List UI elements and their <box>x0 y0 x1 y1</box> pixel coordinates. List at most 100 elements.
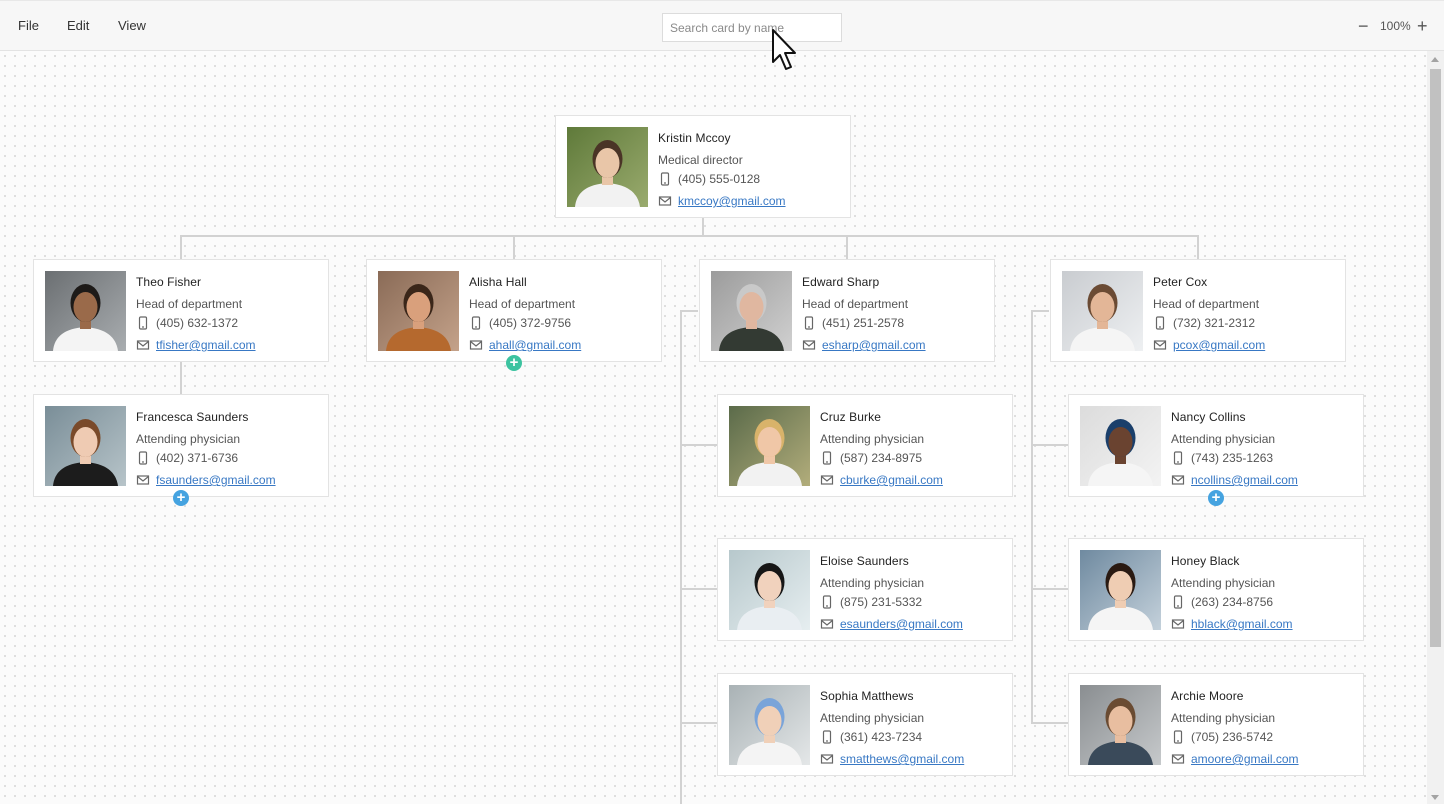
phone-icon <box>469 316 489 330</box>
zoom-level: 100% <box>1380 19 1411 33</box>
person-card-sophia[interactable]: Sophia Matthews Attending physician (361… <box>717 673 1013 776</box>
phone-row: (405) 555-0128 <box>658 172 760 186</box>
person-name: Kristin Mccoy <box>658 131 731 145</box>
person-role: Head of department <box>1153 297 1260 311</box>
avatar <box>1080 685 1161 765</box>
person-role: Attending physician <box>820 576 925 590</box>
person-role: Attending physician <box>1171 432 1276 446</box>
email-row: kmccoy@gmail.com <box>658 194 786 208</box>
email-link[interactable]: hblack@gmail.com <box>1191 617 1293 631</box>
phone-icon <box>1171 730 1191 744</box>
avatar <box>45 406 126 486</box>
email-link[interactable]: kmccoy@gmail.com <box>678 194 786 208</box>
zoom-in-button[interactable]: + <box>1417 12 1428 40</box>
email-link[interactable]: ahall@gmail.com <box>489 338 581 352</box>
avatar <box>1062 271 1143 351</box>
person-card-cruz[interactable]: Cruz Burke Attending physician (587) 234… <box>717 394 1013 497</box>
person-card-peter[interactable]: Peter Cox Head of department (732) 321-2… <box>1050 259 1346 362</box>
phone-number: (405) 555-0128 <box>678 172 761 186</box>
email-row: amoore@gmail.com <box>1171 752 1299 766</box>
phone-row: (402) 371-6736 <box>136 451 238 465</box>
person-name: Nancy Collins <box>1171 410 1246 424</box>
mail-icon <box>820 617 840 631</box>
mail-icon <box>820 752 840 766</box>
add-child-button-alisha[interactable]: + <box>506 355 522 371</box>
email-row: tfisher@gmail.com <box>136 338 256 352</box>
person-card-nancy[interactable]: Nancy Collins Attending physician (743) … <box>1068 394 1364 497</box>
mail-icon <box>820 473 840 487</box>
phone-icon <box>820 451 840 465</box>
phone-row: (405) 632-1372 <box>136 316 238 330</box>
mail-icon <box>802 338 822 352</box>
mail-icon <box>136 338 156 352</box>
phone-number: (402) 371-6736 <box>156 451 239 465</box>
person-name: Theo Fisher <box>136 275 202 289</box>
mail-icon <box>658 194 678 208</box>
scroll-thumb[interactable] <box>1430 69 1441 647</box>
email-link[interactable]: cburke@gmail.com <box>840 473 943 487</box>
person-card-edward[interactable]: Edward Sharp Head of department (451) 25… <box>699 259 995 362</box>
email-link[interactable]: ncollins@gmail.com <box>1191 473 1298 487</box>
phone-number: (732) 321-2312 <box>1173 316 1256 330</box>
person-name: Peter Cox <box>1153 275 1208 289</box>
zoom-out-button[interactable]: − <box>1358 12 1369 40</box>
person-card-theo[interactable]: Theo Fisher Head of department (405) 632… <box>33 259 329 362</box>
avatar <box>729 406 810 486</box>
phone-row: (587) 234-8975 <box>820 451 922 465</box>
add-child-button-nancy[interactable]: + <box>1208 490 1224 506</box>
mail-icon <box>136 473 156 487</box>
email-link[interactable]: tfisher@gmail.com <box>156 338 256 352</box>
phone-number: (405) 372-9756 <box>489 316 572 330</box>
menu-file[interactable]: File <box>18 18 39 33</box>
scroll-up-arrow-icon[interactable] <box>1431 57 1439 62</box>
vertical-scrollbar[interactable] <box>1427 51 1444 804</box>
avatar <box>711 271 792 351</box>
person-card-honey[interactable]: Honey Black Attending physician (263) 23… <box>1068 538 1364 641</box>
search-input[interactable] <box>662 13 842 42</box>
phone-icon <box>658 172 678 186</box>
email-row: esharp@gmail.com <box>802 338 926 352</box>
phone-icon <box>1171 595 1191 609</box>
email-link[interactable]: esaunders@gmail.com <box>840 617 963 631</box>
phone-row: (361) 423-7234 <box>820 730 922 744</box>
email-link[interactable]: amoore@gmail.com <box>1191 752 1299 766</box>
person-name: Archie Moore <box>1171 689 1244 703</box>
scroll-down-arrow-icon[interactable] <box>1431 795 1439 800</box>
mail-icon <box>1171 617 1191 631</box>
phone-icon <box>1171 451 1191 465</box>
email-link[interactable]: pcox@gmail.com <box>1173 338 1265 352</box>
mail-icon <box>469 338 489 352</box>
menu-view[interactable]: View <box>118 18 146 33</box>
email-link[interactable]: smatthews@gmail.com <box>840 752 964 766</box>
mail-icon <box>1171 473 1191 487</box>
person-card-francesca[interactable]: Francesca Saunders Attending physician (… <box>33 394 329 497</box>
avatar <box>567 127 648 207</box>
person-role: Attending physician <box>820 432 925 446</box>
phone-row: (263) 234-8756 <box>1171 595 1273 609</box>
phone-row: (732) 321-2312 <box>1153 316 1255 330</box>
menu-edit[interactable]: Edit <box>67 18 89 33</box>
person-role: Attending physician <box>1171 576 1276 590</box>
person-role: Attending physician <box>136 432 241 446</box>
email-link[interactable]: fsaunders@gmail.com <box>156 473 276 487</box>
add-child-button-francesca[interactable]: + <box>173 490 189 506</box>
phone-icon <box>1153 316 1173 330</box>
email-row: fsaunders@gmail.com <box>136 473 276 487</box>
person-card-alisha[interactable]: Alisha Hall Head of department (405) 372… <box>366 259 662 362</box>
person-card-archie[interactable]: Archie Moore Attending physician (705) 2… <box>1068 673 1364 776</box>
person-name: Cruz Burke <box>820 410 882 424</box>
avatar <box>1080 406 1161 486</box>
person-card-eloise[interactable]: Eloise Saunders Attending physician (875… <box>717 538 1013 641</box>
phone-row: (875) 231-5332 <box>820 595 922 609</box>
phone-icon <box>820 595 840 609</box>
person-name: Eloise Saunders <box>820 554 909 568</box>
person-card-kristin[interactable]: Kristin Mccoy Medical director (405) 555… <box>555 115 851 218</box>
person-role: Medical director <box>658 153 743 167</box>
email-row: ncollins@gmail.com <box>1171 473 1298 487</box>
phone-number: (451) 251-2578 <box>822 316 905 330</box>
person-role: Head of department <box>469 297 576 311</box>
phone-number: (705) 236-5742 <box>1191 730 1274 744</box>
phone-icon <box>136 316 156 330</box>
email-link[interactable]: esharp@gmail.com <box>822 338 926 352</box>
avatar <box>1080 550 1161 630</box>
